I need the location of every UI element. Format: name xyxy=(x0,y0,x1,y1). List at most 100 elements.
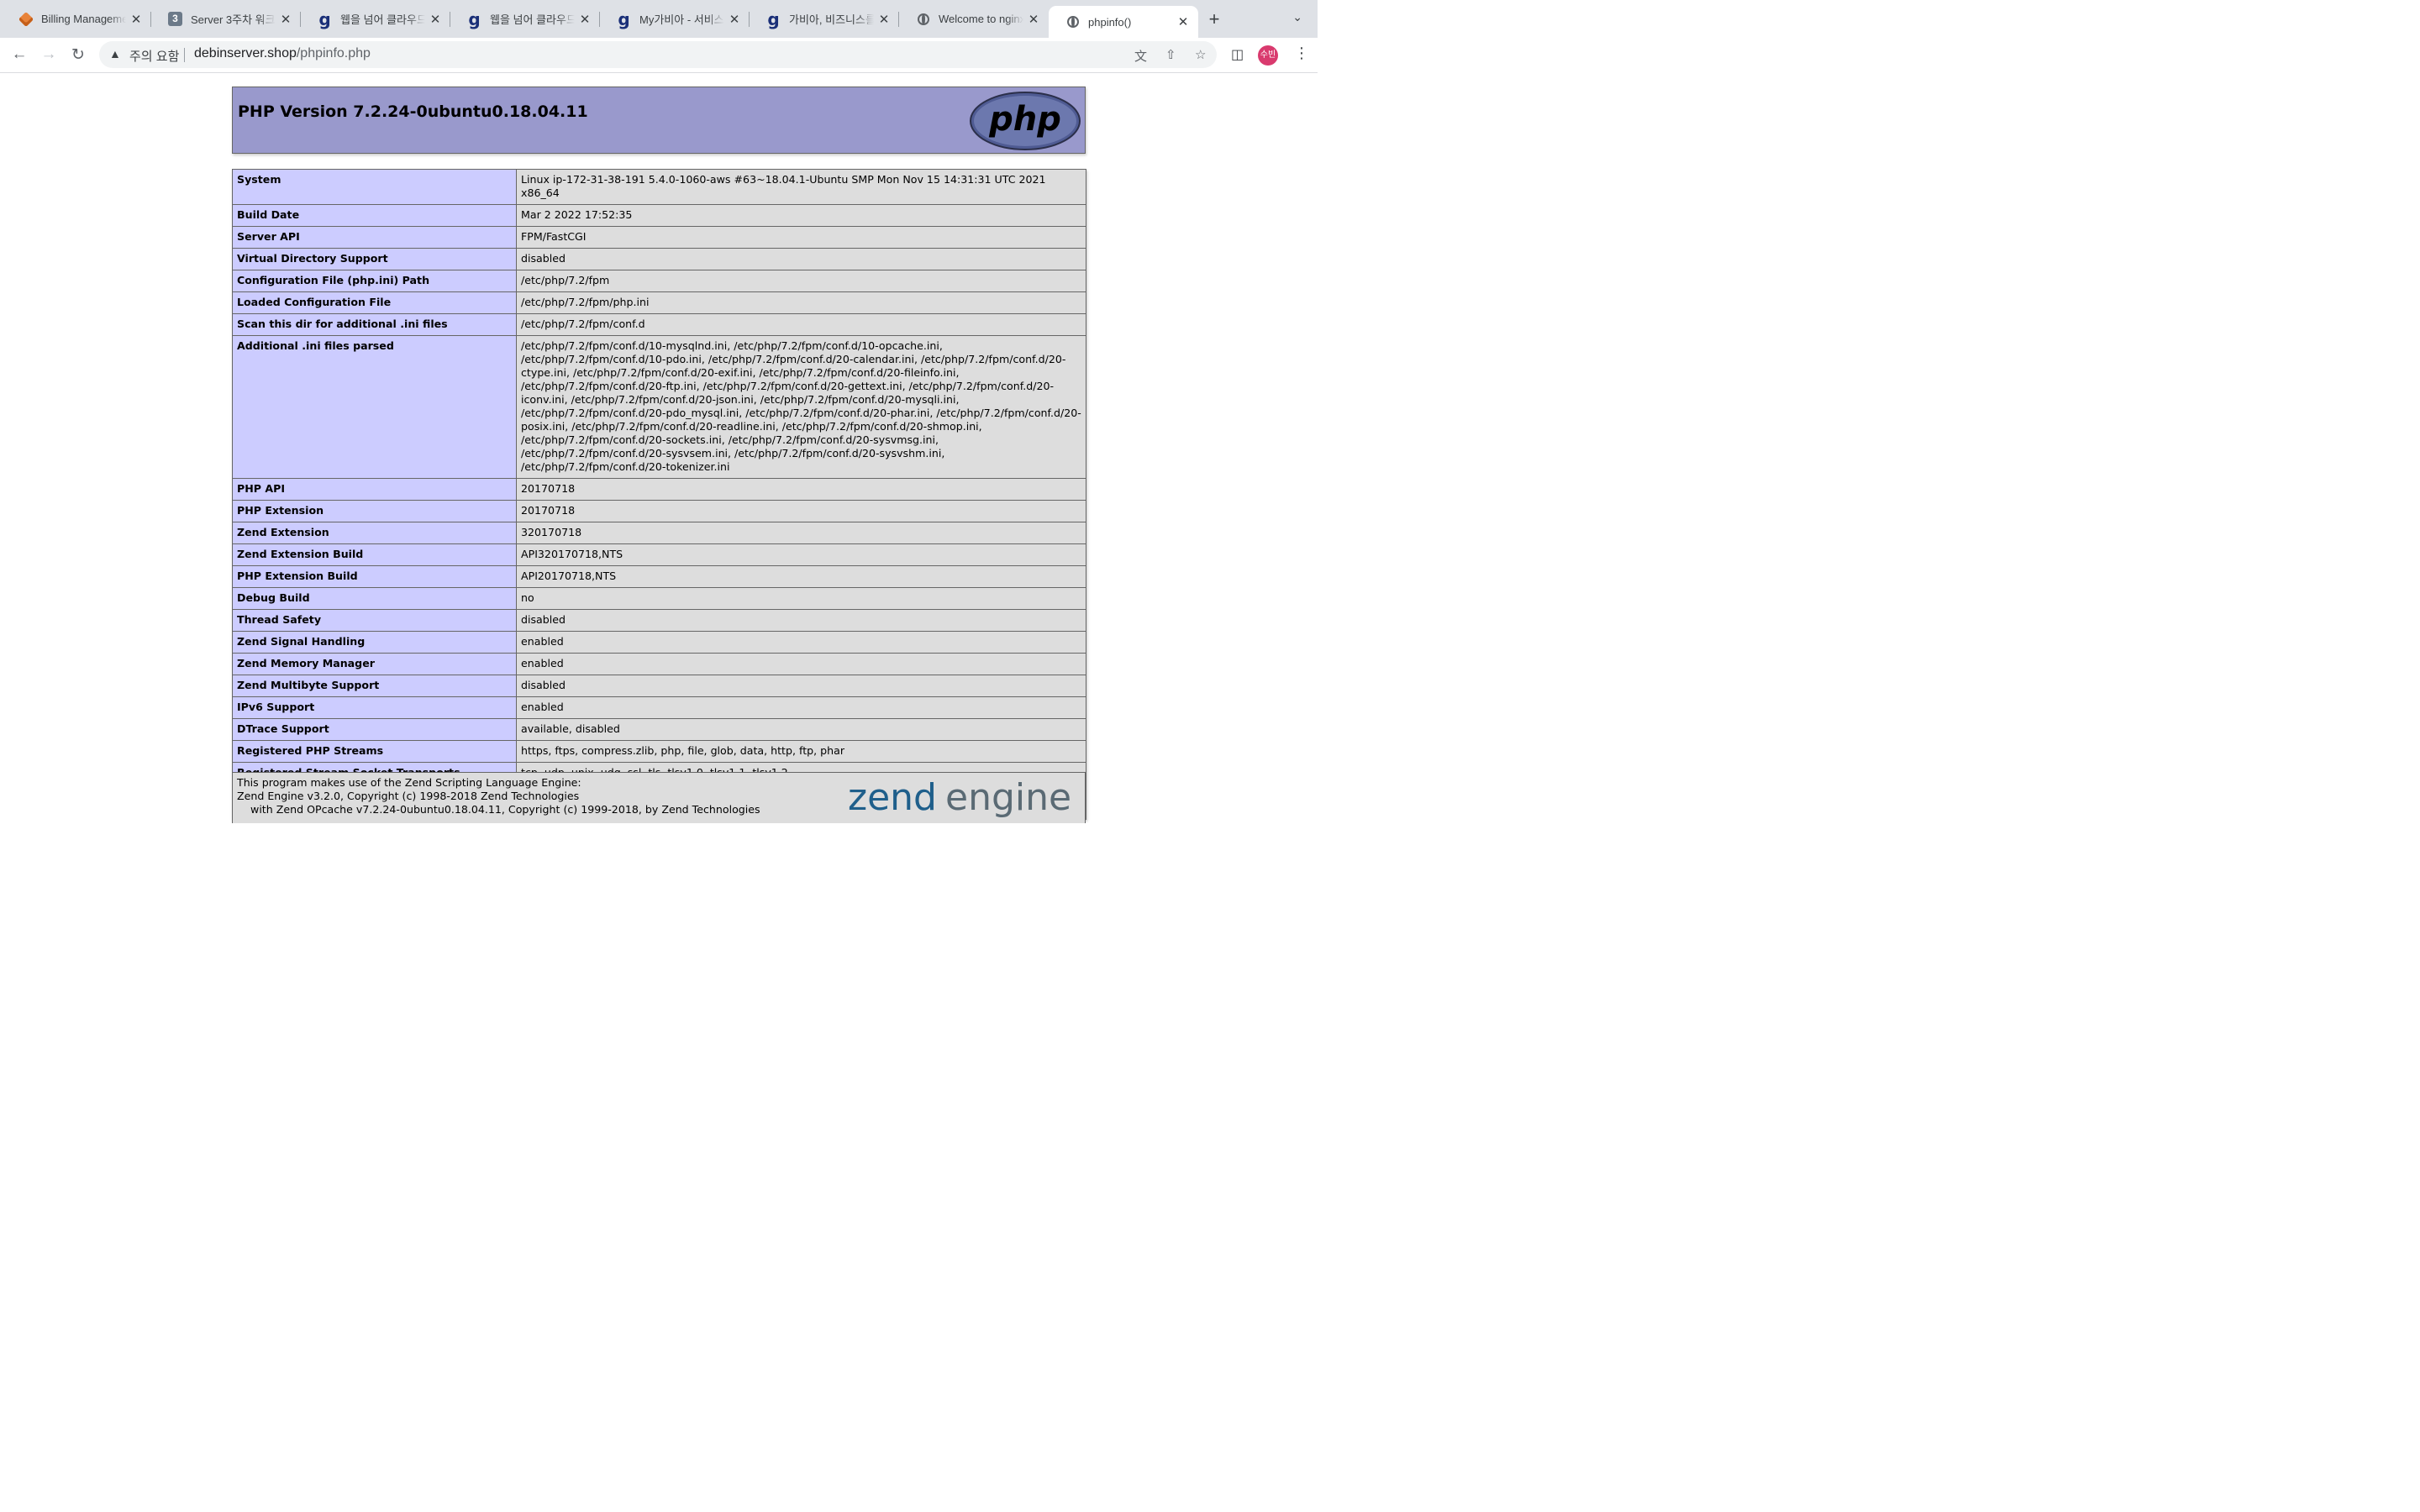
directive-name: Zend Multibyte Support xyxy=(232,675,517,697)
browser-tab[interactable]: Billing Management Console✕ xyxy=(2,3,151,34)
directive-name: PHP Extension Build xyxy=(232,565,517,588)
table-row: Virtual Directory Support disabled xyxy=(232,248,1086,270)
tab-close-icon[interactable]: ✕ xyxy=(429,12,442,27)
directive-name: Zend Memory Manager xyxy=(232,653,517,675)
menu-kebab-icon[interactable]: ⋮ xyxy=(1294,45,1309,62)
tab-close-icon[interactable]: ✕ xyxy=(1027,12,1040,27)
new-tab-button[interactable]: + xyxy=(1198,3,1230,34)
directive-name: Scan this dir for additional .ini files xyxy=(232,313,517,336)
phpinfo-table: System Linux ip-172-31-38-191 5.4.0-1060-… xyxy=(232,169,1086,820)
directive-name: Zend Signal Handling xyxy=(232,631,517,654)
notion-3-icon: 3 xyxy=(168,12,182,26)
directive-value: enabled xyxy=(516,653,1086,675)
php-logo: php xyxy=(970,92,1081,150)
table-row: PHP Extension Build API20170718,NTS xyxy=(232,565,1086,588)
directive-value: API320170718,NTS xyxy=(516,543,1086,566)
security-status-label[interactable]: 주의 요함 xyxy=(129,47,179,65)
table-row: Thread Safety disabled xyxy=(232,609,1086,632)
directive-name: System xyxy=(232,169,517,205)
table-row: PHP API 20170718 xyxy=(232,478,1086,501)
tab-search-chevron-icon[interactable]: ⌄ xyxy=(1292,10,1302,24)
table-row: Zend Multibyte Support disabled xyxy=(232,675,1086,697)
back-arrow-icon[interactable]: ← xyxy=(9,45,29,65)
directive-name: Registered PHP Streams xyxy=(232,740,517,763)
tab-title: Welcome to nginx! xyxy=(939,13,1023,25)
directive-name: Virtual Directory Support xyxy=(232,248,517,270)
url-text[interactable]: debinserver.shop/phpinfo.php xyxy=(194,46,371,61)
directive-value: /etc/php/7.2/fpm/conf.d xyxy=(516,313,1086,336)
browser-tab[interactable]: phpinfo() ✕ xyxy=(1049,6,1198,38)
table-row: System Linux ip-172-31-38-191 5.4.0-1060-… xyxy=(232,169,1086,205)
table-row: Loaded Configuration File/etc/php/7.2/fp… xyxy=(232,291,1086,314)
table-row: Zend Extension Build API320170718,NTS xyxy=(232,543,1086,566)
address-bar[interactable]: ▲ 주의 요함 debinserver.shop/phpinfo.php 文 ⇧… xyxy=(99,41,1217,68)
directive-value: disabled xyxy=(516,609,1086,632)
browser-toolbar: ← → ↻ ▲ 주의 요함 debinserver.shop/phpinfo.p… xyxy=(0,38,1318,73)
browser-tab[interactable]: g My가비아 - 서비스 관리 ✕ xyxy=(600,3,750,34)
tab-close-icon[interactable]: ✕ xyxy=(578,12,592,27)
zend-line-2: Zend Engine v3.2.0, Copyright (c) 1998-2… xyxy=(237,790,580,802)
directive-value: 20170718 xyxy=(516,478,1086,501)
directive-value: 320170718 xyxy=(516,522,1086,544)
zend-logo-word: zend xyxy=(848,776,937,819)
php-version-title: PHP Version 7.2.24-0ubuntu0.18.04.11 xyxy=(238,102,588,121)
directive-name: Additional .ini files parsed xyxy=(232,335,517,479)
forward-arrow-icon[interactable]: → xyxy=(39,45,59,65)
tab-title: phpinfo() xyxy=(1088,15,1132,29)
zend-line-3: with Zend OPcache v7.2.24-0ubuntu0.18.04… xyxy=(237,803,760,816)
tab-close-icon[interactable]: ✕ xyxy=(279,12,292,27)
reload-icon[interactable]: ↻ xyxy=(68,45,88,65)
browser-tab[interactable]: g 가비아, 비즈니스를 위한✕ xyxy=(750,3,899,34)
directive-name: Debug Build xyxy=(232,587,517,610)
warning-triangle-icon[interactable]: ▲ xyxy=(109,47,121,60)
tab-title: 웹을 넘어 클라우드로 xyxy=(490,13,575,26)
directive-value: Linux ip-172-31-38-191 5.4.0-1060-aws #6… xyxy=(516,169,1086,205)
table-row: Registered PHP Streams https, ftps, compr… xyxy=(232,740,1086,763)
tab-strip: Billing Management Console✕3Server 3주차 워… xyxy=(0,0,1318,38)
browser-tab[interactable]: 3 Server 3주차 워크북✕ xyxy=(151,3,301,34)
profile-avatar[interactable]: 수빈 xyxy=(1258,45,1278,66)
zend-line-1: This program makes use of the Zend Scrip… xyxy=(237,776,581,789)
directive-name: PHP Extension xyxy=(232,500,517,522)
tab-title: Billing Management Console xyxy=(41,13,126,25)
php-logo-text: php xyxy=(988,100,1061,139)
gabia-g-icon: g xyxy=(318,8,331,29)
tab-list: Billing Management Console✕3Server 3주차 워… xyxy=(0,3,1198,38)
tab-close-icon[interactable]: ✕ xyxy=(877,12,891,27)
table-row: Additional .ini files parsed/etc/php/7.2… xyxy=(232,335,1086,479)
directive-value: Mar 2 2022 17:52:35 xyxy=(516,204,1086,227)
globe-icon xyxy=(916,12,930,26)
zend-engine-box: This program makes use of the Zend Scrip… xyxy=(232,772,1086,823)
share-icon[interactable]: ⇧ xyxy=(1165,47,1176,62)
directive-value: disabled xyxy=(516,675,1086,697)
directive-value: no xyxy=(516,587,1086,610)
table-row: PHP Extension 20170718 xyxy=(232,500,1086,522)
browser-tab[interactable]: g웹을 넘어 클라우드로✕ xyxy=(301,3,450,34)
table-row: Build Date Mar 2 2022 17:52:35 xyxy=(232,204,1086,227)
zend-engine-logo: zend engine xyxy=(848,776,1071,819)
tab-close-icon[interactable]: ✕ xyxy=(129,12,143,27)
globe-icon xyxy=(1065,15,1080,29)
browser-tab[interactable]: Welcome to nginx! ✕ xyxy=(899,3,1049,34)
directive-value: https, ftps, compress.zlib, php, file, g… xyxy=(516,740,1086,763)
engine-logo-word: engine xyxy=(945,776,1071,819)
gabia-g-icon: g xyxy=(767,8,780,29)
bookmark-star-icon[interactable]: ☆ xyxy=(1195,47,1206,62)
page-content: PHP Version 7.2.24-0ubuntu0.18.04.11 php… xyxy=(0,73,1318,823)
url-path: /phpinfo.php xyxy=(296,46,371,60)
gabia-g-icon: g xyxy=(468,8,481,29)
translate-icon[interactable]: 文 xyxy=(1134,47,1147,65)
directive-name: IPv6 Support xyxy=(232,696,517,719)
side-panel-icon[interactable]: ◫ xyxy=(1231,46,1244,63)
directive-name: PHP API xyxy=(232,478,517,501)
browser-tab[interactable]: g 웹을 넘어 클라우드로✕ xyxy=(450,3,600,34)
table-row: DTrace Support available, disabled xyxy=(232,718,1086,741)
tab-close-icon[interactable]: ✕ xyxy=(1176,14,1190,29)
omnibox-divider xyxy=(184,48,185,62)
tab-close-icon[interactable]: ✕ xyxy=(728,12,741,27)
aws-cube-icon xyxy=(18,11,34,27)
directive-value: FPM/FastCGI xyxy=(516,226,1086,249)
tab-title: Server 3주차 워크북 xyxy=(191,13,276,26)
directive-value: /etc/php/7.2/fpm/conf.d/10-mysqlnd.ini, … xyxy=(516,335,1086,479)
directive-value: enabled xyxy=(516,696,1086,719)
